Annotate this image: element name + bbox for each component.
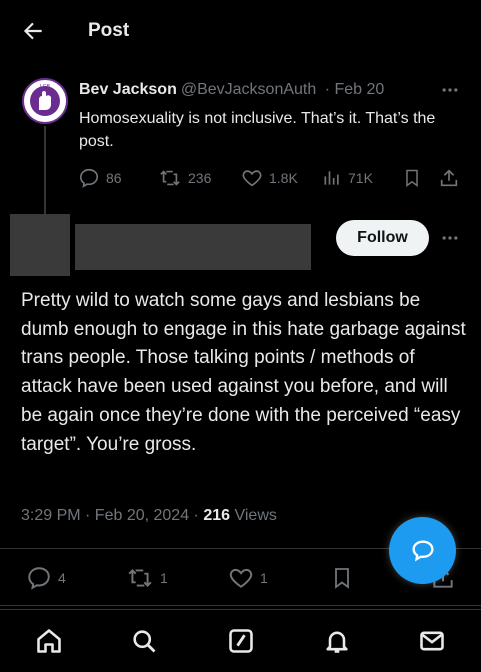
repost-button[interactable]: 236 (158, 167, 211, 189)
redacted-author-name[interactable] (75, 224, 311, 270)
quoted-post-header: Bev Jackson @BevJacksonAuth · Feb 20 (79, 81, 384, 99)
bookmark-button[interactable] (402, 167, 428, 189)
author-handle[interactable]: @BevJacksonAuth (181, 81, 316, 98)
lgb-alliance-logo-icon: LGB (25, 81, 65, 121)
bottom-nav (0, 609, 481, 672)
repost-icon (128, 569, 152, 587)
more-icon (442, 236, 458, 240)
share-button[interactable] (438, 167, 466, 189)
divider (0, 605, 481, 606)
compose-message-button[interactable] (389, 517, 456, 584)
like-icon (229, 568, 253, 588)
post-date[interactable]: · Feb 20 (325, 81, 385, 98)
like-icon (242, 170, 262, 187)
avatar[interactable]: LGB (22, 78, 68, 124)
reply-count: 4 (58, 570, 66, 586)
post-timestamp[interactable]: 3:29 PM · Feb 20, 2024 · (21, 507, 203, 524)
more-icon (442, 88, 458, 92)
messages-icon[interactable] (418, 627, 446, 655)
quoted-post-text: Homosexuality is not inclusive. That’s i… (79, 110, 436, 150)
home-icon[interactable] (35, 627, 63, 655)
quoted-post-actions: 86 236 1.8K 71K (78, 167, 468, 193)
views-button[interactable]: 71K (322, 167, 373, 189)
bookmark-icon (406, 169, 418, 187)
svg-text:LGB: LGB (40, 84, 51, 90)
post-meta: 3:29 PM · Feb 20, 2024 · 216 Views (21, 507, 277, 525)
repost-count: 236 (188, 170, 212, 186)
like-count: 1.8K (269, 170, 298, 186)
compose-icon[interactable] (227, 627, 255, 655)
compose-message-icon (411, 539, 434, 561)
more-button[interactable] (440, 228, 460, 253)
views-icon (324, 171, 339, 185)
reply-button[interactable]: 86 (78, 167, 122, 189)
post-text: Pretty wild to watch some gays and lesbi… (21, 290, 466, 455)
more-button[interactable] (440, 80, 460, 105)
reply-button[interactable]: 4 (26, 565, 66, 591)
share-icon (440, 169, 458, 187)
back-arrow-icon[interactable] (20, 18, 46, 44)
top-bar: Post (0, 0, 481, 62)
views-count: 216 (203, 507, 231, 524)
views-label: Views (230, 507, 277, 524)
bookmark-icon (335, 568, 349, 589)
like-count: 1 (260, 570, 268, 586)
reply-icon (28, 567, 50, 590)
reply-count: 86 (106, 170, 122, 186)
page-title: Post (88, 20, 130, 41)
repost-count: 1 (160, 570, 168, 586)
search-icon[interactable] (130, 627, 158, 655)
thread-line (44, 126, 46, 216)
repost-icon (160, 170, 180, 186)
redacted-avatar[interactable] (10, 214, 70, 276)
like-button[interactable]: 1.8K (241, 167, 298, 189)
like-button[interactable]: 1 (228, 565, 268, 591)
repost-button[interactable]: 1 (126, 565, 168, 591)
views-count: 71K (348, 170, 373, 186)
notifications-icon[interactable] (323, 627, 351, 655)
reply-icon (79, 168, 99, 188)
author-name[interactable]: Bev Jackson (79, 81, 177, 98)
follow-button[interactable]: Follow (336, 220, 429, 256)
bookmark-button[interactable] (330, 565, 360, 591)
